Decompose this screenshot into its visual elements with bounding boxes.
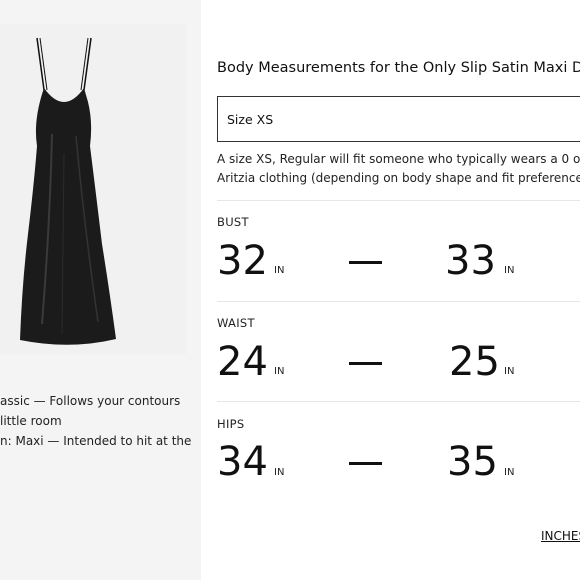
size-description-line: A size XS, Regular will fit someone who … <box>217 152 580 166</box>
hips-min-unit: IN <box>274 467 285 478</box>
hips-min-value: 34 <box>217 439 268 485</box>
measurements-modal: Body Measurements for the Only Slip Sati… <box>201 0 580 580</box>
waist-label: WAIST <box>217 316 255 330</box>
fit-note-line: assic — Follows your contours <box>0 394 181 408</box>
slip-dress-image <box>20 37 116 345</box>
size-description: A size XS, Regular will fit someone who … <box>217 150 580 188</box>
fit-note-line: n: Maxi — Intended to hit at the <box>0 434 192 448</box>
waist-max-unit: IN <box>504 366 515 377</box>
product-panel: assic — Follows your contours little roo… <box>0 0 201 580</box>
hips-max-unit: IN <box>504 467 515 478</box>
divider <box>217 200 580 201</box>
range-dash <box>349 462 382 465</box>
bust-label: BUST <box>217 215 249 229</box>
size-description-line: Aritzia clothing (depending on body shap… <box>217 171 580 185</box>
waist-min-unit: IN <box>274 366 285 377</box>
hips-label: HIPS <box>217 417 245 431</box>
product-image <box>0 24 186 354</box>
divider <box>217 301 580 302</box>
waist-max-value: 25 <box>449 339 500 385</box>
bust-min-unit: IN <box>274 265 285 276</box>
hips-max-value: 35 <box>447 439 498 485</box>
range-dash <box>349 362 382 365</box>
bust-max-value: 33 <box>445 238 496 284</box>
size-select[interactable]: Size XS <box>217 96 580 142</box>
bust-max-unit: IN <box>504 265 515 276</box>
waist-min-value: 24 <box>217 339 268 385</box>
size-select-value: Size XS <box>227 112 274 127</box>
fit-note-line: little room <box>0 414 62 428</box>
units-toggle-link[interactable]: INCHES <box>541 529 580 543</box>
divider <box>217 401 580 402</box>
modal-title: Body Measurements for the Only Slip Sati… <box>217 60 580 76</box>
range-dash <box>349 261 382 264</box>
bust-min-value: 32 <box>217 238 268 284</box>
